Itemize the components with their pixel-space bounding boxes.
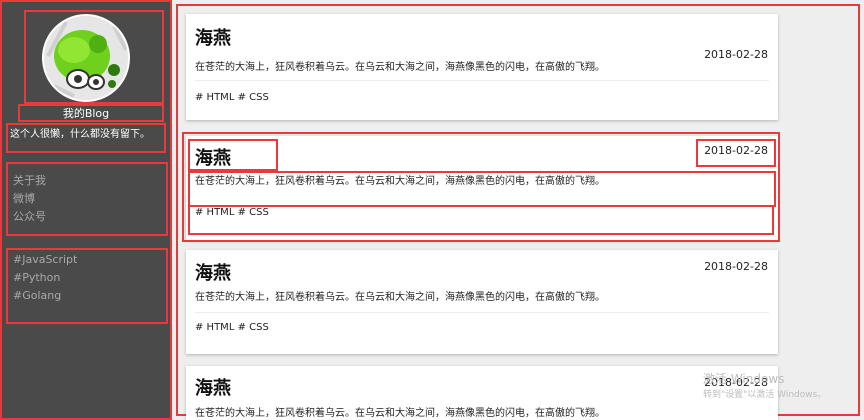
post-title[interactable]: 海燕 <box>195 24 231 50</box>
post-date: 2018-02-28 <box>704 48 768 61</box>
tag-link-python[interactable]: #Python <box>13 271 60 284</box>
post-tags-highlight-box <box>188 205 774 235</box>
blog-name: 我的Blog <box>62 107 110 120</box>
blog-description: 这个人很懒，什么都没有留下。 <box>10 129 150 140</box>
windows-activation-hint: 转到"设置"以激活 Windows。 <box>703 390 827 400</box>
post-divider <box>195 80 769 81</box>
post-card[interactable]: 海燕 2018-02-28 在苍茫的大海上，狂风卷积着乌云。在乌云和大海之间，海… <box>186 14 778 120</box>
post-card[interactable]: 海燕 2018-02-28 在苍茫的大海上，狂风卷积着乌云。在乌云和大海之间，海… <box>186 250 778 354</box>
post-tags[interactable]: # HTML # CSS <box>195 92 269 103</box>
post-tags[interactable]: # HTML # CSS <box>195 322 269 333</box>
post-title[interactable]: 海燕 <box>195 259 231 285</box>
post-summary: 在苍茫的大海上，狂风卷积着乌云。在乌云和大海之间，海燕像黑色的闪电，在高傲的飞翔… <box>195 408 605 419</box>
post-card[interactable]: 海燕 2018-02-28 在苍茫的大海上，狂风卷积着乌云。在乌云和大海之间，海… <box>186 366 778 420</box>
post-divider <box>195 312 769 313</box>
post-title[interactable]: 海燕 <box>195 374 231 400</box>
nav-link-wechat[interactable]: 公众号 <box>13 208 46 224</box>
post-summary: 在苍茫的大海上，狂风卷积着乌云。在乌云和大海之间，海燕像黑色的闪电，在高傲的飞翔… <box>195 62 605 73</box>
tag-link-javascript[interactable]: #JavaScript <box>13 253 77 266</box>
avatar[interactable] <box>42 14 130 102</box>
post-date-highlight-box <box>696 139 776 167</box>
post-title-highlight-box <box>188 139 278 171</box>
frog-avatar-icon <box>44 16 128 100</box>
nav-link-weibo[interactable]: 微博 <box>13 190 35 206</box>
post-date: 2018-02-28 <box>704 260 768 273</box>
tag-link-golang[interactable]: #Golang <box>13 289 61 302</box>
post-summary: 在苍茫的大海上，狂风卷积着乌云。在乌云和大海之间，海燕像黑色的闪电，在高傲的飞翔… <box>195 292 605 303</box>
post-summary-highlight-box <box>188 171 776 207</box>
windows-activation-title: 激活 Windows <box>703 372 785 386</box>
nav-link-about[interactable]: 关于我 <box>13 172 46 188</box>
